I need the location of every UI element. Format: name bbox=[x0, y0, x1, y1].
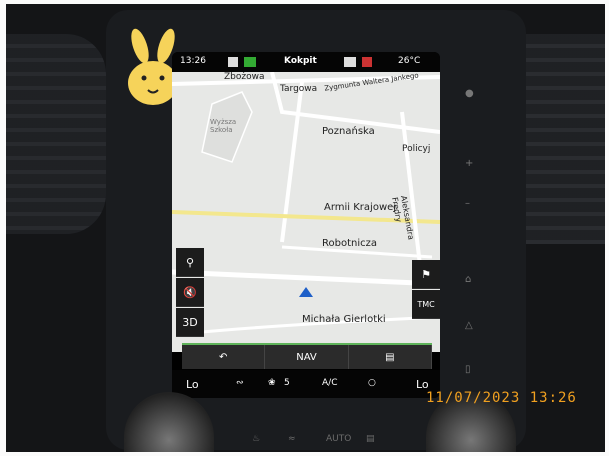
fan-speed: 5 bbox=[284, 378, 290, 388]
clock: 13:26 bbox=[180, 56, 206, 66]
current-position-arrow bbox=[299, 287, 313, 297]
search-button[interactable]: ⚲ bbox=[176, 248, 204, 277]
search-icon: ⚲ bbox=[185, 255, 195, 269]
photo-frame: 13:26 Kokpit 26°C Zbożowa Targowa Zygmun… bbox=[0, 0, 609, 456]
infotainment-screen: 13:26 Kokpit 26°C Zbożowa Targowa Zygmun… bbox=[172, 52, 440, 398]
recirculation-icon[interactable]: ○ bbox=[368, 378, 376, 388]
eco-icon[interactable] bbox=[244, 57, 256, 67]
tmc-label: TMC bbox=[417, 299, 435, 309]
outside-temperature: 26°C bbox=[398, 56, 421, 66]
airflow-mode-icon[interactable]: ≈ bbox=[288, 434, 296, 444]
auto-climate-button[interactable]: AUTO bbox=[326, 434, 351, 444]
view-mode-label: 3D bbox=[182, 315, 198, 329]
car-settings-button[interactable]: △ bbox=[465, 320, 477, 332]
left-air-vent bbox=[6, 34, 106, 234]
power-button[interactable]: ● bbox=[465, 88, 477, 100]
flag-icon: ⚑ bbox=[421, 267, 431, 281]
menu-button[interactable]: ▤ bbox=[349, 345, 432, 369]
street-label: Targowa bbox=[280, 84, 318, 94]
home-button[interactable]: ⌂ bbox=[465, 274, 477, 286]
destination-button[interactable]: ⚑ bbox=[412, 260, 440, 289]
climate-bar: Lo ∾ ❀ 5 A/C ○ Lo bbox=[172, 370, 440, 398]
view-3d-button[interactable]: 3D bbox=[176, 308, 204, 337]
menu-icon: ▤ bbox=[385, 351, 395, 363]
dashboard-photo: 13:26 Kokpit 26°C Zbożowa Targowa Zygmun… bbox=[6, 4, 605, 452]
phone-button[interactable]: ▯ bbox=[465, 364, 477, 376]
bottom-navigation-bar: ↶ NAV ▤ bbox=[182, 343, 432, 369]
back-icon: ↶ bbox=[218, 351, 228, 363]
street-label: Poznańska bbox=[322, 126, 375, 137]
street-label: Robotnicza bbox=[322, 238, 377, 249]
street-label: Armii Krajowej bbox=[324, 202, 397, 213]
poi-label: Wyższa Szkoła bbox=[210, 118, 237, 134]
volume-down-button[interactable]: – bbox=[465, 198, 477, 210]
ac-button[interactable]: A/C bbox=[322, 378, 337, 388]
notification-icon[interactable] bbox=[344, 57, 356, 67]
mute-button[interactable]: 🔇 bbox=[176, 278, 204, 307]
mute-icon: 🔇 bbox=[183, 285, 197, 299]
phone-icon[interactable] bbox=[362, 57, 372, 67]
street-label: Michała Gierlotki bbox=[302, 314, 386, 325]
back-button[interactable]: ↶ bbox=[182, 345, 266, 369]
photo-timestamp: 11/07/2023 13:26 bbox=[426, 390, 577, 406]
rear-defrost-icon[interactable]: ▤ bbox=[366, 434, 375, 444]
defrost-icon[interactable]: ♨ bbox=[252, 434, 260, 444]
street-label: Policyj bbox=[402, 144, 431, 154]
nav-label: NAV bbox=[296, 351, 317, 363]
airflow-icon[interactable]: ∾ bbox=[236, 378, 244, 388]
nav-button[interactable]: NAV bbox=[265, 345, 349, 369]
street-label: Zbożowa bbox=[224, 72, 265, 82]
navigation-map[interactable]: Zbożowa Targowa Zygmunta Waltera Jankego… bbox=[172, 71, 440, 352]
left-temp[interactable]: Lo bbox=[186, 378, 199, 391]
traffic-button[interactable]: TMC bbox=[412, 290, 440, 319]
fan-icon[interactable]: ❀ bbox=[268, 378, 276, 388]
status-bar: 13:26 Kokpit 26°C bbox=[172, 52, 440, 72]
status-title: Kokpit bbox=[284, 56, 317, 66]
volume-up-button[interactable]: + bbox=[465, 158, 477, 170]
book-icon[interactable] bbox=[228, 57, 238, 67]
